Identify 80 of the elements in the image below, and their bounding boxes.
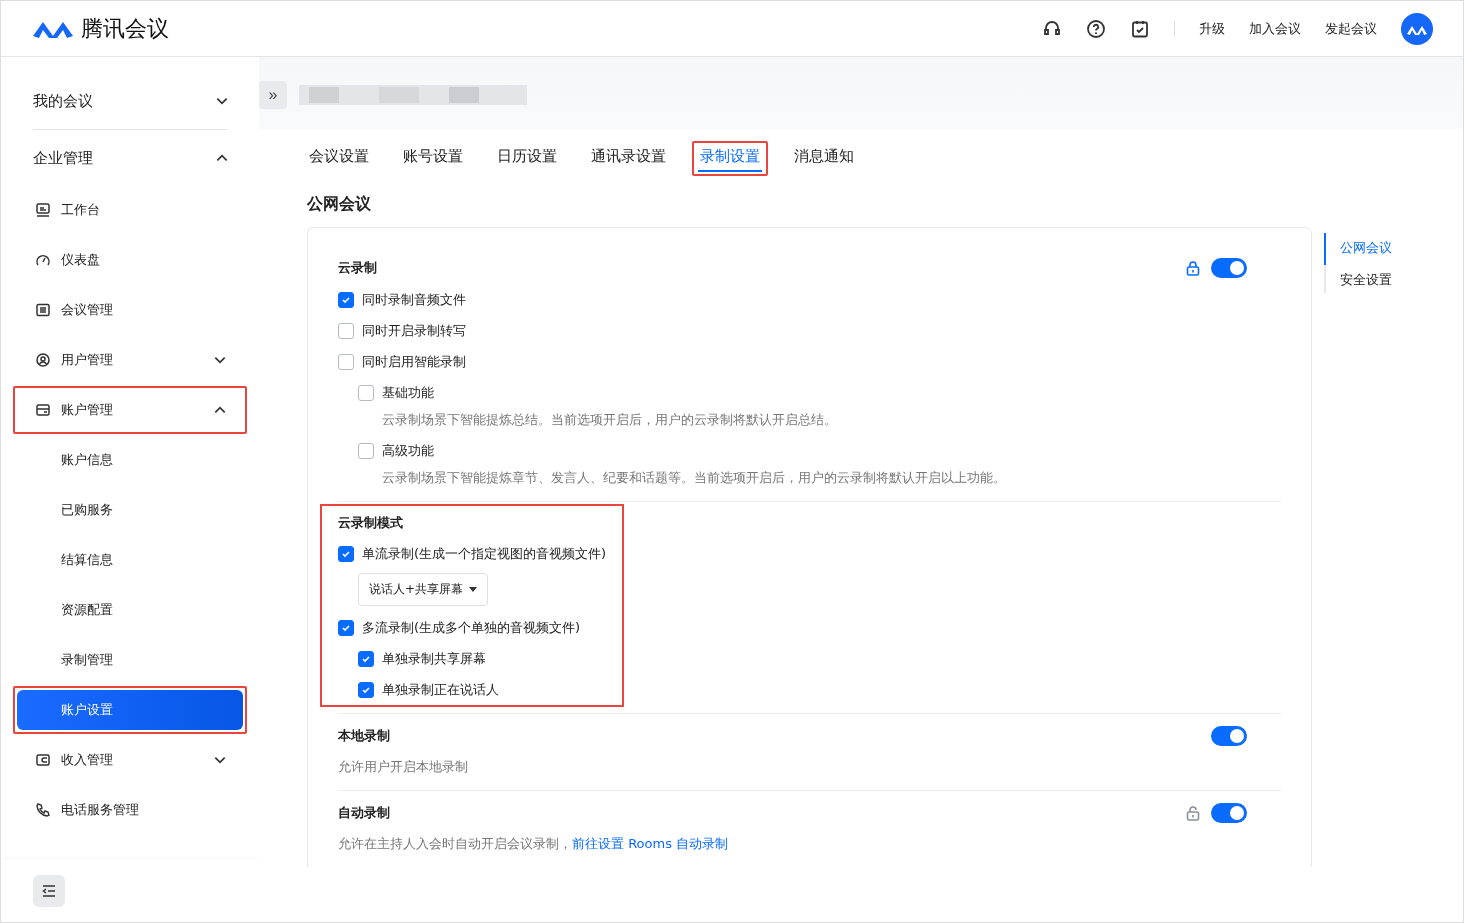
checkbox[interactable] (338, 292, 354, 308)
checkbox[interactable] (358, 443, 374, 459)
monitor-icon (35, 202, 51, 218)
view-dropdown[interactable]: 说话人+共享屏幕 (358, 573, 489, 606)
toggle-switch[interactable] (1211, 726, 1247, 746)
checkbox[interactable] (338, 546, 354, 562)
anchor-link[interactable]: 公网会议 (1324, 233, 1392, 265)
sidebar-item[interactable]: 会议管理 (17, 290, 243, 330)
setting-title: 自动录制 (338, 804, 390, 822)
option-description: 云录制场景下智能提炼章节、发言人、纪要和话题等。当前选项开启后，用户的云录制将默认开启以上功能。 (381, 469, 1007, 487)
header-link[interactable]: 加入会议 (1249, 19, 1301, 38)
anchor-link[interactable]: 安全设置 (1324, 265, 1392, 297)
help-icon[interactable] (1086, 18, 1106, 39)
option-description: 云录制场景下智能提炼总结。当前选项开启后，用户的云录制将默认开启总结。 (381, 411, 838, 429)
sidebar-group[interactable]: 我的会议 (13, 75, 247, 127)
checkbox[interactable] (358, 651, 374, 667)
option-label: 同时录制音频文件 (362, 291, 466, 309)
setting-title: 本地录制 (338, 727, 390, 745)
group-label: 我的会议 (33, 91, 93, 111)
check-icon (340, 622, 352, 634)
settings-tab[interactable]: 通讯录设置 (589, 145, 668, 172)
settings-tab[interactable]: 账号设置 (401, 145, 465, 172)
sidebar-item[interactable]: 收入管理 (17, 740, 243, 780)
checkbox[interactable] (338, 323, 354, 339)
option-label: 单独录制正在说话人 (382, 681, 499, 699)
toggle-switch[interactable] (1211, 803, 1247, 823)
option-label: 基础功能 (382, 384, 434, 402)
checkbox[interactable] (358, 682, 374, 698)
lock-icon[interactable] (1185, 260, 1201, 276)
list-icon (35, 302, 51, 318)
setting-title: 云录制 (338, 259, 377, 277)
sidebar-group[interactable]: 企业管理 (13, 132, 247, 184)
setting-title: 云录制模式 (338, 514, 403, 532)
header-link[interactable]: 发起会议 (1325, 19, 1377, 38)
option-label: 同时启用智能录制 (362, 353, 466, 371)
sidebar-item[interactable]: 工作台 (17, 190, 243, 230)
clipboard-check-icon[interactable] (1130, 18, 1150, 39)
gauge-icon (35, 252, 51, 268)
sidebar-item[interactable]: 仪表盘 (17, 240, 243, 280)
sidebar-subitem[interactable]: 录制管理 (17, 640, 243, 680)
checkbox[interactable] (338, 354, 354, 370)
settings-link[interactable]: 前往设置 Rooms 自动录制 (572, 836, 729, 851)
brand-name: 腾讯会议 (81, 14, 169, 43)
expand-button[interactable]: » (259, 81, 287, 109)
header-link[interactable]: 升级 (1199, 19, 1225, 38)
wallet-icon (35, 402, 51, 418)
option-label: 单独录制共享屏幕 (382, 650, 486, 668)
group-label: 企业管理 (33, 148, 93, 168)
setting-description: 允许在主持人入会时自动开启会议录制，前往设置 Rooms 自动录制 (338, 835, 730, 853)
unlock-icon[interactable] (1185, 805, 1201, 821)
option-label: 多流录制(生成多个单独的音视频文件) (362, 619, 581, 637)
check-icon (360, 653, 372, 665)
settings-tab[interactable]: 日历设置 (495, 145, 559, 172)
option-label: 同时开启录制转写 (362, 322, 466, 340)
sidebar-subitem[interactable]: 账户信息 (17, 440, 243, 480)
option-label: 单流录制(生成一个指定视图的音视频文件) (362, 545, 607, 563)
phone-icon (35, 802, 51, 818)
checkbox[interactable] (358, 385, 374, 401)
settings-tab[interactable]: 会议设置 (307, 145, 371, 172)
sidebar-item[interactable]: 电话服务管理 (17, 790, 243, 830)
sidebar-subitem[interactable]: 资源配置 (17, 590, 243, 630)
collapse-sidebar-button[interactable] (33, 875, 65, 907)
check-icon (360, 684, 372, 696)
checkbox[interactable] (338, 620, 354, 636)
settings-tab[interactable]: 消息通知 (792, 145, 856, 172)
sidebar-subitem[interactable]: 结算信息 (17, 540, 243, 580)
sidebar-subitem[interactable]: 已购服务 (17, 490, 243, 530)
option-label: 高级功能 (382, 442, 434, 460)
sidebar-item[interactable]: 用户管理 (17, 340, 243, 380)
user-icon (35, 352, 51, 368)
section-heading: 公网会议 (307, 194, 372, 215)
setting-description: 允许用户开启本地录制 (338, 758, 469, 776)
income-icon (35, 752, 51, 768)
collapse-icon (41, 883, 57, 899)
caret-icon (469, 587, 478, 592)
toggle-switch[interactable] (1211, 258, 1247, 278)
sidebar-subitem[interactable]: 账户设置 (17, 690, 243, 730)
avatar-icon[interactable] (1401, 12, 1433, 45)
check-icon (340, 294, 352, 306)
check-icon (340, 548, 352, 560)
